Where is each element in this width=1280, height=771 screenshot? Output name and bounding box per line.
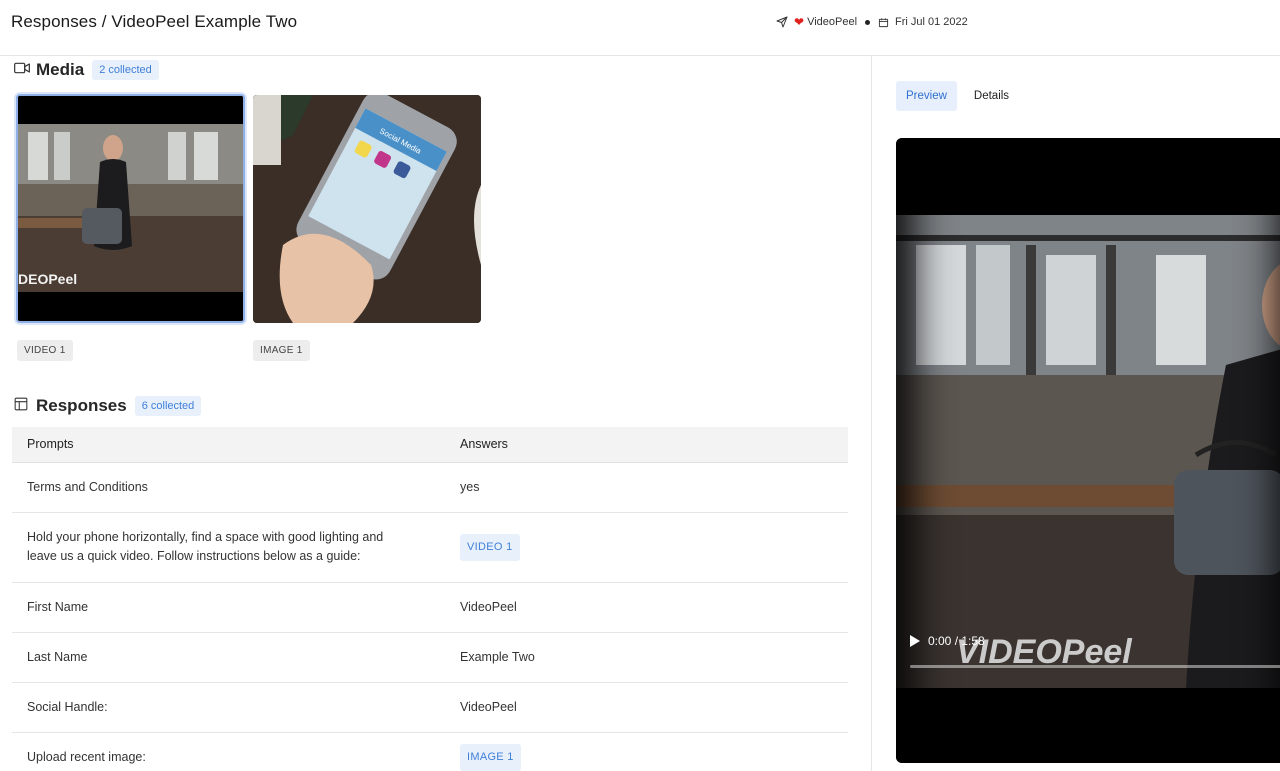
responses-table: Prompts Answers Terms and Conditions yes…	[12, 427, 848, 771]
player-time: 0:00 / 1:58	[928, 634, 985, 648]
play-icon[interactable]	[910, 635, 920, 647]
response-meta: ❤ VideoPeel Fri Jul 01 2022	[776, 15, 968, 29]
video-player[interactable]: VIDEOPeel 0:00 / 1:58	[896, 138, 1280, 763]
media-thumbnail-video-1[interactable]: DEOPeel	[16, 94, 245, 323]
media-thumbnail-image-1[interactable]: Social Media	[253, 95, 481, 323]
prompt-cell: Upload recent image:	[12, 732, 445, 771]
media-label-image-1: IMAGE 1	[253, 340, 310, 361]
table-row: Terms and Conditions yes	[12, 462, 848, 513]
answer-cell: IMAGE 1	[445, 732, 848, 771]
table-header-row: Prompts Answers	[12, 427, 848, 463]
table-icon	[14, 397, 28, 416]
player-progress-bar[interactable]	[910, 665, 1280, 668]
media-count-badge: 2 collected	[92, 60, 159, 80]
media-title: Media	[36, 60, 85, 79]
media-section-header: Media 2 collected	[14, 60, 159, 80]
prompt-cell: Hold your phone horizontally, find a spa…	[12, 512, 445, 583]
response-detail-panel: Media 2 collected DEOPeel Social Media V…	[0, 56, 871, 771]
prompt-cell: First Name	[12, 582, 445, 633]
answer-cell: VIDEO 1	[445, 512, 848, 583]
answer-cell: yes	[445, 462, 848, 513]
preview-tabs: Preview Details	[896, 81, 1026, 111]
heart-icon: ❤	[794, 15, 805, 29]
table-row: Hold your phone horizontally, find a spa…	[12, 512, 848, 583]
table-row: Upload recent image: IMAGE 1	[12, 732, 848, 771]
tab-preview[interactable]: Preview	[896, 81, 957, 111]
separator-dot	[865, 19, 871, 25]
prompt-cell: Terms and Conditions	[12, 462, 445, 513]
prompt-cell: Last Name	[12, 632, 445, 683]
table-row: Social Handle: VideoPeel	[12, 682, 848, 733]
table-row: First Name VideoPeel	[12, 582, 848, 633]
preview-panel: Preview Details VIDEOPeel 0:00 / 1:58	[871, 56, 1280, 771]
column-header-answers: Answers	[445, 427, 848, 463]
answer-tag-image-1[interactable]: IMAGE 1	[460, 743, 521, 771]
video-camera-icon	[14, 61, 30, 79]
tab-details[interactable]: Details	[964, 81, 1019, 111]
send-icon	[776, 16, 788, 28]
responses-section-header: Responses 6 collected	[14, 396, 202, 416]
video-watermark: DEOPeel	[18, 271, 77, 287]
answer-cell: VideoPeel	[445, 582, 848, 633]
top-bar: Responses / VideoPeel Example Two ❤ Vide…	[0, 0, 1280, 56]
table-row: Last Name Example Two	[12, 632, 848, 683]
video-frame: VIDEOPeel	[896, 215, 1280, 688]
media-label-video-1: VIDEO 1	[17, 340, 73, 361]
player-controls: 0:00 / 1:58	[910, 634, 985, 648]
source-name: VideoPeel	[807, 16, 858, 28]
calendar-icon	[878, 17, 889, 28]
page-title: Responses / VideoPeel Example Two	[11, 12, 298, 31]
answer-cell: VideoPeel	[445, 682, 848, 733]
responses-title: Responses	[36, 396, 127, 415]
phone-photo-image: Social Media	[253, 95, 481, 323]
response-date: Fri Jul 01 2022	[895, 16, 968, 28]
prompt-cell: Social Handle:	[12, 682, 445, 733]
video-thumbnail-image: DEOPeel	[18, 96, 243, 321]
answer-tag-video-1[interactable]: VIDEO 1	[460, 533, 520, 561]
responses-count-badge: 6 collected	[134, 396, 202, 416]
answer-cell: Example Two	[445, 632, 848, 683]
column-header-prompts: Prompts	[12, 427, 445, 463]
